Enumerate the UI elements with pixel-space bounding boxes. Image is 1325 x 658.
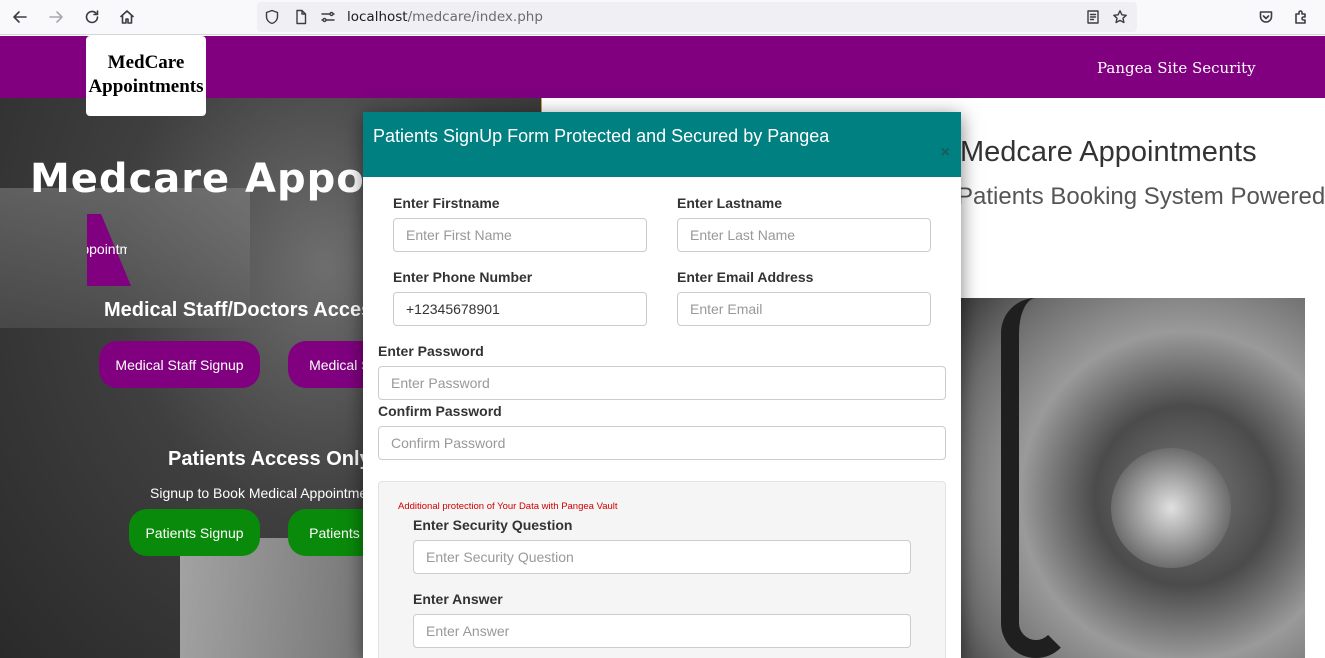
shield-icon[interactable] [264,9,280,25]
lastname-input[interactable] [677,218,931,252]
lastname-label: Enter Lastname [677,195,783,211]
forward-arrow-icon[interactable] [45,6,67,28]
phone-label: Enter Phone Number [393,269,533,285]
url-path: /medcare/index.php [407,9,543,25]
image-detail [1111,448,1231,568]
right-panel-subtitle: Patients Booking System Powered by [957,183,1325,210]
right-panel-title: Medcare Appointments [960,136,1257,168]
vault-note: Additional protection of Your Data with … [398,501,618,512]
stethoscope-image [961,298,1305,658]
password-input[interactable] [378,366,946,400]
close-icon[interactable]: × [941,145,950,161]
bookmark-star-icon[interactable] [1112,9,1128,25]
modal-title: Patients SignUp Form Protected and Secur… [373,126,830,146]
url-host: localhost [347,9,408,25]
signup-modal: Patients SignUp Form Protected and Secur… [363,112,961,658]
logo-line1: MedCare [107,52,185,73]
firstname-label: Enter Firstname [393,195,500,211]
staff-access-title: Medical Staff/Doctors Access [104,299,384,321]
reader-mode-icon[interactable] [1085,9,1101,25]
reload-icon[interactable] [81,6,103,28]
modal-header: Patients SignUp Form Protected and Secur… [363,112,961,177]
security-question-input[interactable] [413,540,911,574]
pocket-icon[interactable] [1255,6,1277,28]
answer-label: Enter Answer [413,591,503,607]
extensions-icon[interactable] [1290,6,1312,28]
hero-photo-detail [180,538,380,658]
answer-input[interactable] [413,614,911,648]
security-question-label: Enter Security Question [413,517,573,533]
browser-toolbar: localhost/medcare/index.php [0,0,1325,35]
patients-access-subtitle: Signup to Book Medical Appointments [150,485,386,501]
site-logo[interactable]: MedCare Appointments [86,36,206,116]
patients-signup-button[interactable]: Patients Signup [129,509,260,556]
password-label: Enter Password [378,343,484,359]
page-icon[interactable] [293,9,309,25]
back-arrow-icon[interactable] [9,6,31,28]
hero-tab-label: Appointments [87,241,127,257]
email-label: Enter Email Address [677,269,814,285]
image-detail [1001,298,1071,658]
confirm-password-label: Confirm Password [378,403,502,419]
confirm-password-input[interactable] [378,426,946,460]
firstname-input[interactable] [393,218,647,252]
home-icon[interactable] [116,6,138,28]
nav-link-pangea-security[interactable]: Pangea Site Security [1097,59,1256,77]
page: Pangea Site Security MedCare Appointment… [0,36,1325,658]
patients-access-title: Patients Access Only [168,448,371,470]
phone-input[interactable] [393,292,647,326]
logo-line2: Appointments [88,76,204,97]
email-input[interactable] [677,292,931,326]
address-bar[interactable]: localhost/medcare/index.php [257,2,1137,32]
medical-staff-signup-button[interactable]: Medical Staff Signup [99,341,260,388]
permissions-icon[interactable] [320,9,336,25]
url-text: localhost/medcare/index.php [347,9,543,25]
